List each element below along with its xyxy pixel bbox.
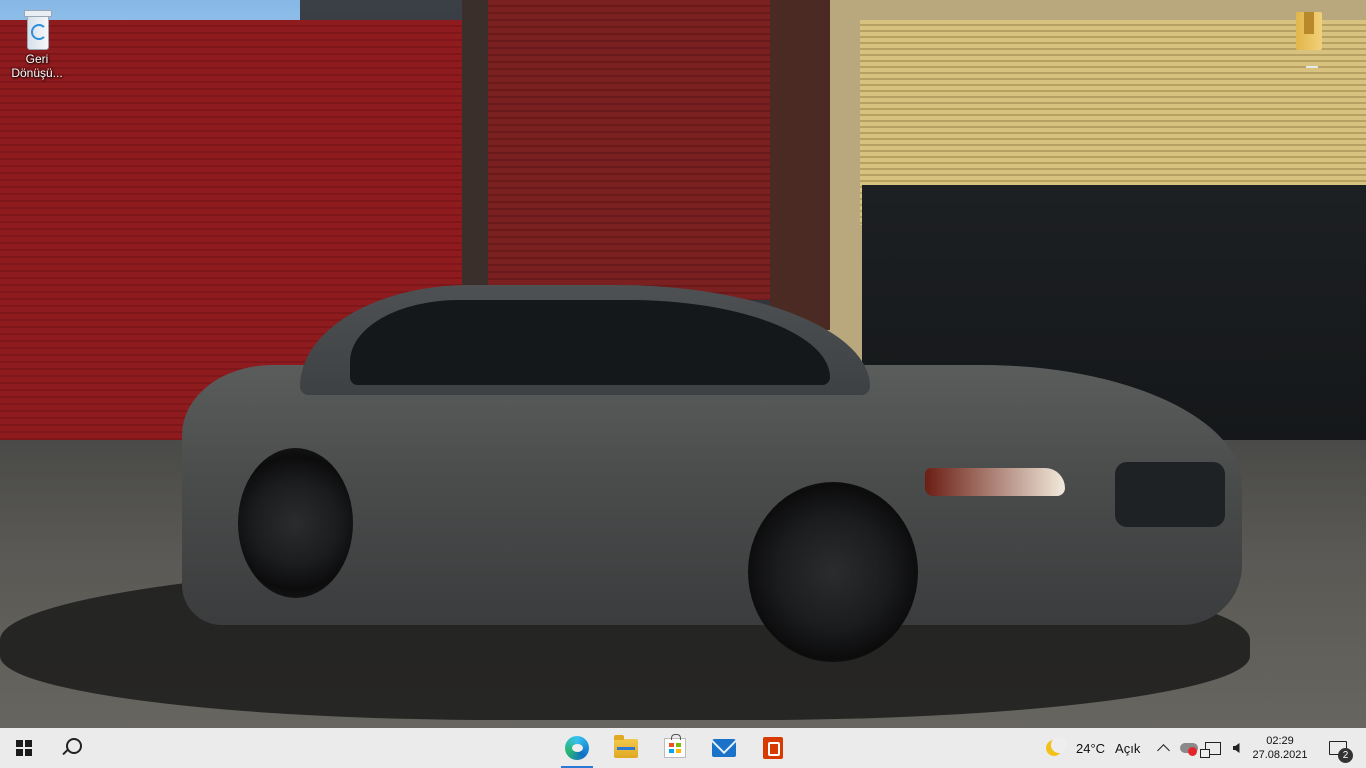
volume-icon [1232,743,1240,753]
microsoft-store-icon [664,734,686,758]
mail-icon [712,739,736,757]
weather-temperature: 24°C [1076,740,1106,756]
taskbar-file-explorer-button[interactable] [602,728,650,768]
clock-date: 27.08.2021 [1252,749,1308,761]
notification-count-badge: 2 [1338,748,1353,763]
chevron-up-icon [1156,744,1170,757]
network-tray-button[interactable] [1200,728,1224,768]
office-icon [763,737,783,759]
show-hidden-icons-button[interactable] [1154,728,1172,768]
recycle-bin-icon [22,10,52,50]
taskbar-edge-button[interactable] [553,728,601,768]
folder-icon [1296,12,1322,50]
start-button[interactable] [0,728,48,768]
network-icon [1200,741,1221,758]
clock-button[interactable]: 02:29 27.08.2021 [1250,728,1310,768]
clock-time: 02:29 [1266,735,1294,747]
wallpaper-car-headlight [925,468,1065,496]
onedrive-tray-button[interactable] [1178,728,1200,768]
desktop: Geri Dönüşü... 24°C Açık 02:29 27.08.202… [0,0,1366,768]
volume-tray-button[interactable] [1226,728,1246,768]
search-icon [66,738,82,754]
taskbar-mail-button[interactable] [700,728,748,768]
taskbar-office-button[interactable] [749,728,797,768]
taskbar-store-button[interactable] [651,728,699,768]
edge-browser-icon [565,736,589,760]
file-explorer-icon [614,734,638,758]
wallpaper-utility-pole [462,0,488,290]
taskbar: 24°C Açık 02:29 27.08.2021 2 [0,728,1366,768]
desktop-icon-recycle-bin[interactable]: Geri Dönüşü... [6,8,68,92]
search-button[interactable] [48,728,96,768]
notification-center-icon: 2 [1329,741,1353,763]
windows-start-icon [16,740,32,756]
notification-center-button[interactable]: 2 [1318,728,1358,768]
wallpaper-brick-column [770,0,830,330]
wallpaper-car-grille [1115,462,1225,527]
weather-widget[interactable]: 24°C Açık [1046,728,1146,768]
weather-condition: Açık [1115,740,1141,756]
wallpaper-brick-wall [480,0,770,300]
crescent-moon-icon [1046,737,1067,756]
onedrive-error-icon [1180,743,1198,756]
wallpaper-rear-wheel [238,448,353,598]
wallpaper-front-wheel [748,482,918,662]
desktop-icon-label: Geri Dönüşü... [11,52,63,80]
dash-icon [1306,66,1318,68]
